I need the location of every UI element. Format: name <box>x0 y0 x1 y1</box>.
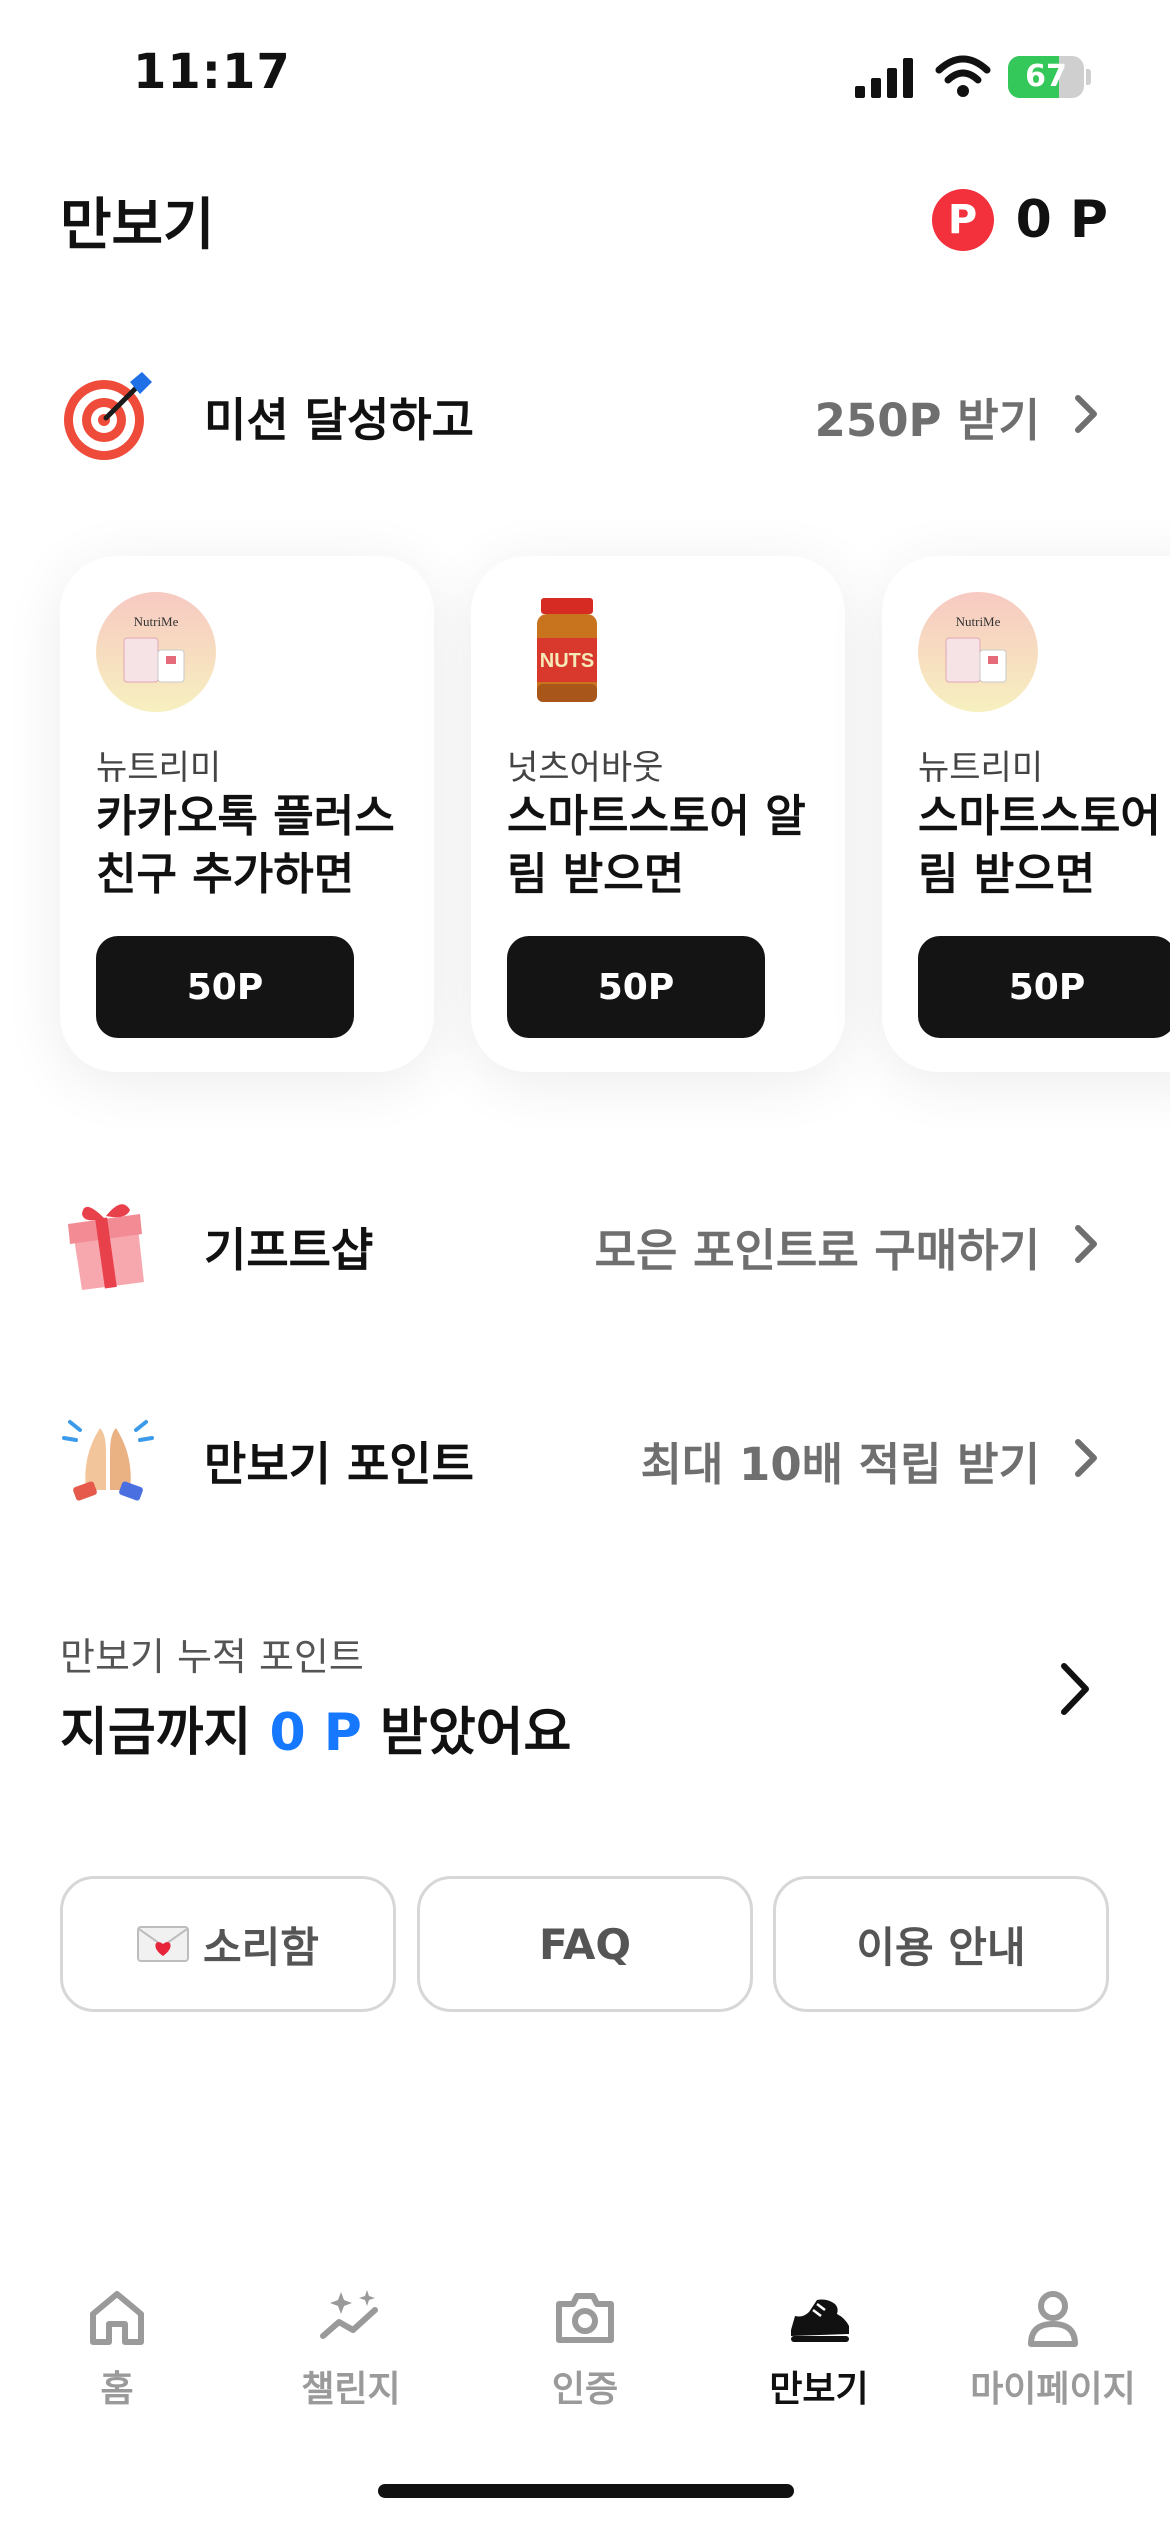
pedometer-row-label: 만보기 포인트 <box>204 1437 474 1491</box>
cumulative-label: 만보기 누적 포인트 <box>60 1635 364 1679</box>
chevron-right-icon <box>1075 1225 1097 1263</box>
faq-button-label: FAQ <box>538 1919 632 1969</box>
sparkle-chart-icon <box>320 2290 378 2339</box>
envelope-heart-icon <box>137 1926 190 1962</box>
status-bar: 11:17 67 <box>0 0 1170 150</box>
tab-challenge-label: 챌린지 <box>301 2369 401 2410</box>
tab-home[interactable]: 홈 <box>0 2280 234 2420</box>
svg-text:NUTS: NUTS <box>540 650 594 672</box>
chevron-right-icon[interactable] <box>1056 1660 1092 1718</box>
brand-name: 뉴트리미 <box>918 748 1044 788</box>
points-balance-button[interactable]: P 0 P <box>931 184 1108 256</box>
mission-card[interactable]: NutriMe 뉴트리미 스마트스토어 알림 받으면 50P <box>882 556 1170 1072</box>
cumulative-summary: 지금까지 0 P 받았어요 <box>60 1690 571 1765</box>
cumulative-suffix: 받았어요 <box>361 1703 572 1763</box>
tab-verify[interactable]: 인증 <box>468 2280 702 2420</box>
tab-pedometer[interactable]: 만보기 <box>702 2280 936 2420</box>
giftshop-row-label: 기프트샵 <box>204 1223 374 1277</box>
reward-button[interactable]: 50P <box>96 936 354 1038</box>
mission-text: 스마트스토어 알림 받으면 <box>507 791 806 900</box>
chevron-right-icon <box>1075 1439 1097 1477</box>
feedback-button-label: 소리함 <box>203 1922 319 1972</box>
wifi-icon <box>935 55 991 97</box>
svg-text:NutriMe: NutriMe <box>134 614 179 629</box>
battery-cap <box>1086 69 1091 85</box>
feedback-button[interactable]: 소리함 <box>60 1876 396 2012</box>
peanut-butter-jar: NUTS <box>537 598 597 702</box>
tab-mypage[interactable]: 마이페이지 <box>936 2280 1170 2420</box>
mission-text: 스마트스토어 알림 받으면 <box>918 791 1170 900</box>
bottom-tab-bar: 홈 챌린지 인증 만보기 마이페이지 <box>0 2280 1170 2420</box>
high-five-icon <box>62 1420 154 1501</box>
nutrime-logo: NutriMe <box>96 592 216 712</box>
giftshop-row-action: 모은 포인트로 구매하기 <box>594 1224 1040 1277</box>
status-time: 11:17 <box>133 44 291 100</box>
battery-percent: 67 <box>1025 59 1067 94</box>
cellular-signal-icon <box>855 58 913 98</box>
usage-guide-button-label: 이용 안내 <box>856 1922 1026 1972</box>
usage-guide-button[interactable]: 이용 안내 <box>773 1876 1109 2012</box>
mission-row-label: 미션 달성하고 <box>204 393 474 447</box>
chevron-right-icon <box>1075 395 1097 433</box>
tab-challenge[interactable]: 챌린지 <box>234 2280 468 2420</box>
battery-indicator: 67 <box>1008 56 1091 98</box>
tab-verify-label: 인증 <box>551 2369 619 2410</box>
target-icon <box>64 372 152 460</box>
mission-card[interactable]: NUTS 넛츠어바웃 스마트스토어 알림 받으면 50P <box>471 556 845 1072</box>
brand-name: 넛츠어바웃 <box>507 748 664 788</box>
mission-row[interactable]: 미션 달성하고 250P 받기 <box>0 350 1170 470</box>
person-icon <box>1028 2291 1078 2347</box>
pedometer-points-row[interactable]: 만보기 포인트 최대 10배 적립 받기 <box>0 1394 1170 1514</box>
brand-name: 뉴트리미 <box>96 748 222 788</box>
sneaker-icon <box>791 2299 849 2342</box>
faq-button[interactable]: FAQ <box>417 1876 753 2012</box>
points-value: 0 P <box>1015 190 1108 250</box>
app-screen: 11:17 67 만보기 P 0 P 미션 달성하고 250P 받기 Nutri… <box>0 0 1170 2532</box>
giftshop-row[interactable]: 기프트샵 모은 포인트로 구매하기 <box>0 1180 1170 1300</box>
gift-icon <box>68 1204 144 1290</box>
home-indicator <box>378 2484 794 2498</box>
battery-body: 67 <box>1008 56 1084 98</box>
reward-button[interactable]: 50P <box>507 936 765 1038</box>
mission-carousel[interactable]: NutriMe 뉴트리미 카카오톡 플러스 친구 추가하면 50P NUTS 넛… <box>0 556 1170 1076</box>
nutrime-logo: NutriMe <box>918 592 1038 712</box>
tab-pedometer-label: 만보기 <box>769 2369 869 2410</box>
camera-icon <box>556 2293 614 2343</box>
mission-card[interactable]: NutriMe 뉴트리미 카카오톡 플러스 친구 추가하면 50P <box>60 556 434 1072</box>
mission-text: 카카오톡 플러스 친구 추가하면 <box>96 791 395 900</box>
reward-button[interactable]: 50P <box>918 936 1170 1038</box>
tab-mypage-label: 마이페이지 <box>970 2369 1136 2410</box>
home-icon <box>90 2291 144 2345</box>
points-p-icon: P <box>931 189 994 251</box>
mission-row-action: 250P 받기 <box>814 394 1040 447</box>
page-title: 만보기 <box>60 193 215 258</box>
svg-text:NutriMe: NutriMe <box>956 614 1001 629</box>
cumulative-prefix: 지금까지 <box>60 1703 270 1763</box>
tab-home-label: 홈 <box>100 2369 134 2410</box>
cumulative-value: 0 P <box>269 1703 362 1763</box>
pedometer-row-action: 최대 10배 적립 받기 <box>640 1438 1040 1491</box>
